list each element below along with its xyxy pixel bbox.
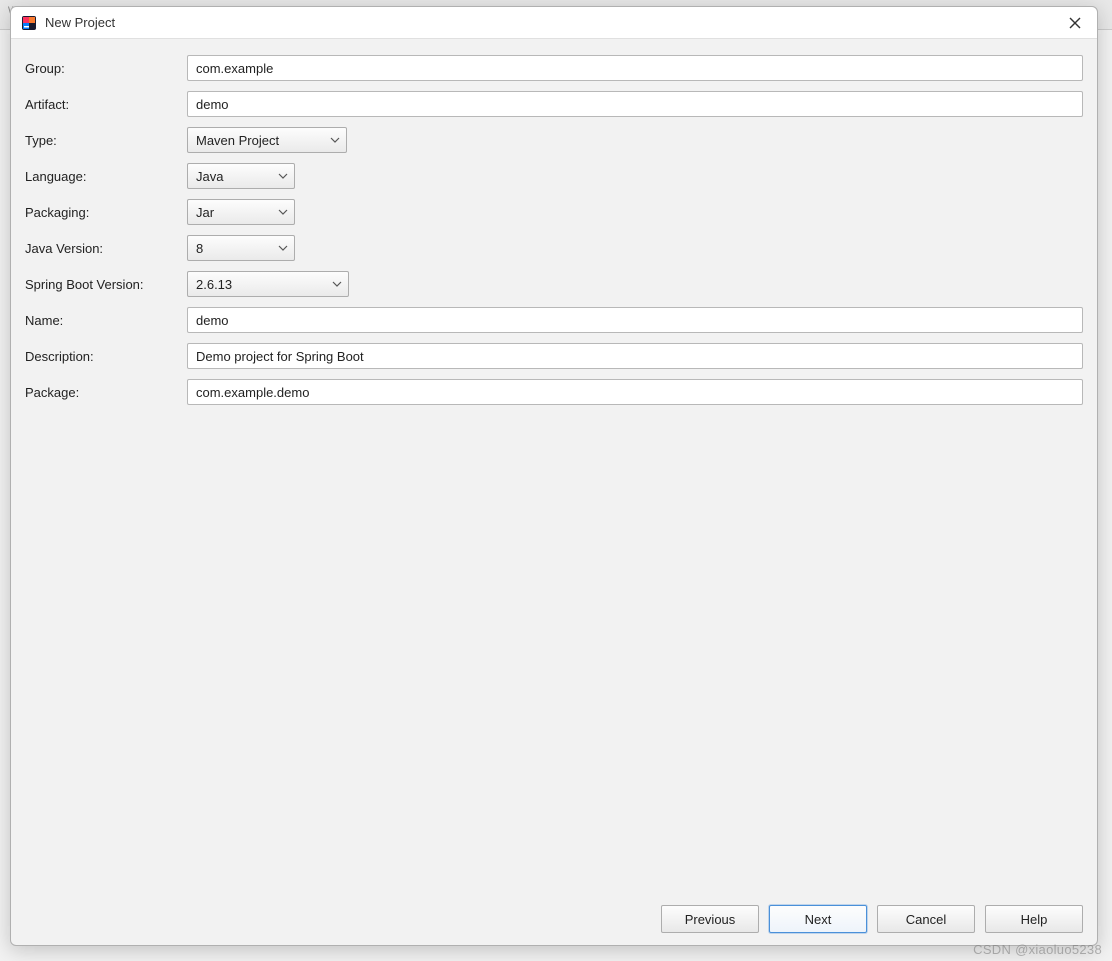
row-packaging: Packaging: Jar [25, 199, 1083, 225]
row-description: Description: [25, 343, 1083, 369]
packaging-select-value: Jar [196, 205, 214, 220]
label-name: Name: [25, 313, 187, 328]
label-spring-boot: Spring Boot Version: [25, 277, 187, 292]
chevron-down-icon [278, 173, 288, 179]
cancel-button[interactable]: Cancel [877, 905, 975, 933]
row-java-version: Java Version: 8 [25, 235, 1083, 261]
packaging-select[interactable]: Jar [187, 199, 295, 225]
help-button-label: Help [1021, 912, 1048, 927]
dialog-footer: Previous Next Cancel Help [11, 893, 1097, 945]
type-select[interactable]: Maven Project [187, 127, 347, 153]
label-packaging: Packaging: [25, 205, 187, 220]
spring-boot-select-value: 2.6.13 [196, 277, 232, 292]
help-button[interactable]: Help [985, 905, 1083, 933]
label-type: Type: [25, 133, 187, 148]
cancel-button-label: Cancel [906, 912, 946, 927]
label-artifact: Artifact: [25, 97, 187, 112]
label-package: Package: [25, 385, 187, 400]
row-package: Package: [25, 379, 1083, 405]
next-button-label: Next [805, 912, 832, 927]
close-button[interactable] [1063, 11, 1087, 35]
name-input[interactable] [187, 307, 1083, 333]
group-input[interactable] [187, 55, 1083, 81]
chevron-down-icon [278, 245, 288, 251]
label-group: Group: [25, 61, 187, 76]
label-java-version: Java Version: [25, 241, 187, 256]
label-language: Language: [25, 169, 187, 184]
row-group: Group: [25, 55, 1083, 81]
row-type: Type: Maven Project [25, 127, 1083, 153]
new-project-dialog: New Project Group: Artifact: Type: Maven… [10, 6, 1098, 946]
row-artifact: Artifact: [25, 91, 1083, 117]
next-button[interactable]: Next [769, 905, 867, 933]
dialog-body: Group: Artifact: Type: Maven Project Lan… [11, 39, 1097, 893]
intellij-icon [21, 15, 37, 31]
chevron-down-icon [330, 137, 340, 143]
row-language: Language: Java [25, 163, 1083, 189]
dialog-title: New Project [45, 15, 1063, 30]
close-icon [1069, 17, 1081, 29]
spring-boot-select[interactable]: 2.6.13 [187, 271, 349, 297]
previous-button[interactable]: Previous [661, 905, 759, 933]
java-version-select-value: 8 [196, 241, 203, 256]
package-input[interactable] [187, 379, 1083, 405]
description-input[interactable] [187, 343, 1083, 369]
row-spring-boot: Spring Boot Version: 2.6.13 [25, 271, 1083, 297]
label-description: Description: [25, 349, 187, 364]
dialog-titlebar: New Project [11, 7, 1097, 39]
language-select-value: Java [196, 169, 223, 184]
type-select-value: Maven Project [196, 133, 279, 148]
artifact-input[interactable] [187, 91, 1083, 117]
chevron-down-icon [332, 281, 342, 287]
chevron-down-icon [278, 209, 288, 215]
java-version-select[interactable]: 8 [187, 235, 295, 261]
previous-button-label: Previous [685, 912, 736, 927]
row-name: Name: [25, 307, 1083, 333]
language-select[interactable]: Java [187, 163, 295, 189]
